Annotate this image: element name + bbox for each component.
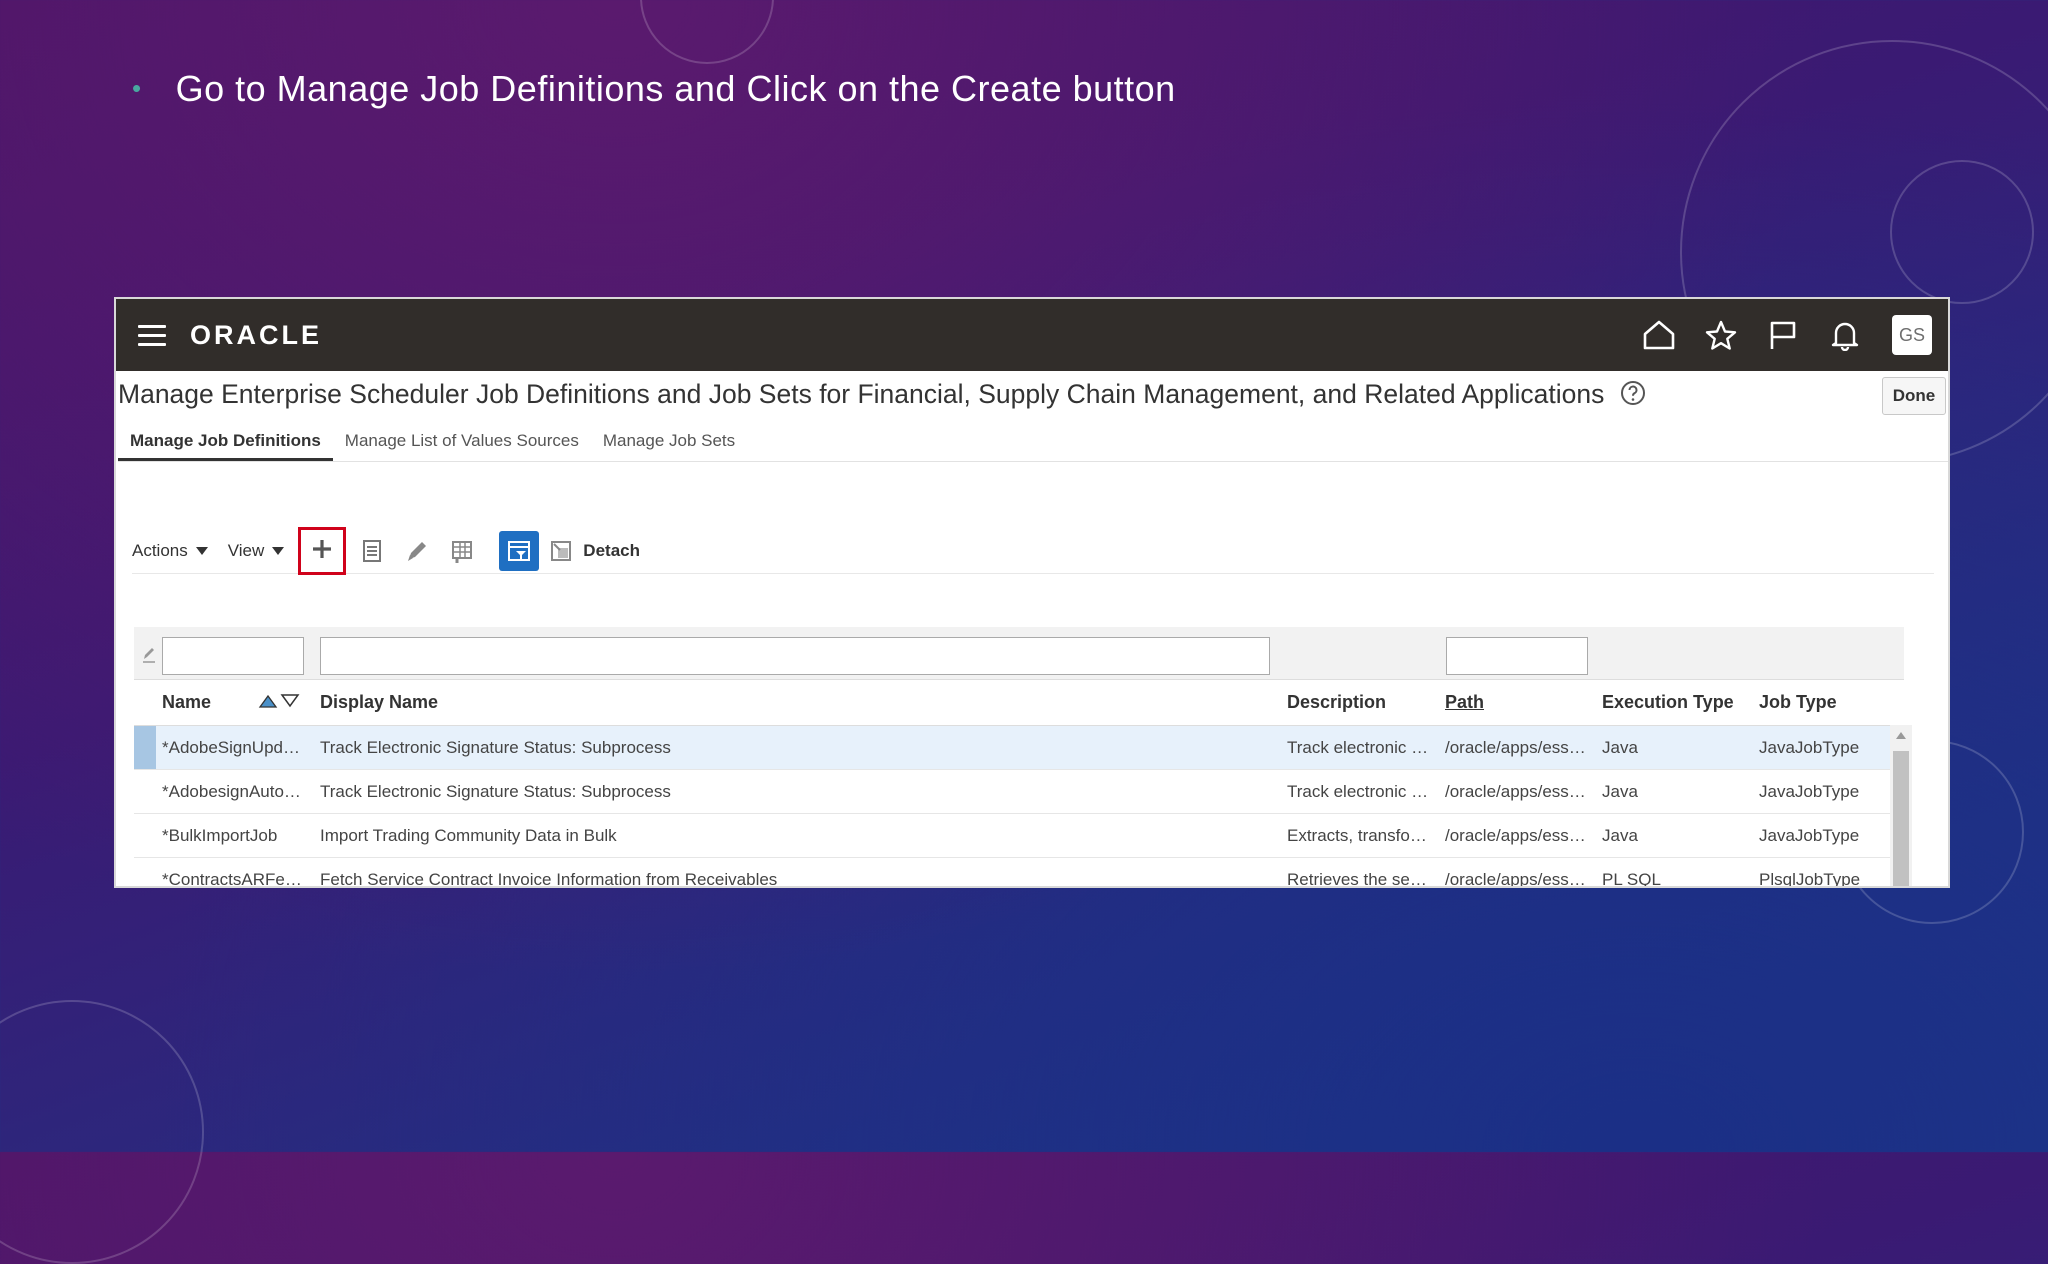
view-label: View — [227, 541, 265, 560]
name-filter-input[interactable] — [162, 637, 304, 675]
plus-icon — [313, 539, 332, 558]
path-filter-input[interactable] — [1446, 637, 1588, 675]
cell-description: Extracts, transfo… — [1287, 826, 1427, 845]
detach-label: Detach — [583, 541, 640, 560]
background-decoration — [0, 1000, 204, 1264]
table-row[interactable]: *BulkImportJob Import Trading Community … — [134, 814, 1904, 858]
sort-icons — [258, 693, 300, 709]
sort-descending-icon[interactable] — [280, 693, 300, 709]
user-avatar[interactable]: GS — [1892, 315, 1932, 355]
scrollbar-thumb[interactable] — [1893, 751, 1909, 886]
create-button-highlight — [298, 527, 347, 575]
table-header: Name Display Name Description Path Execu… — [134, 679, 1904, 726]
table-scrollbar[interactable] — [1890, 725, 1912, 886]
star-icon[interactable] — [1704, 319, 1738, 351]
scroll-up-icon[interactable] — [1896, 732, 1906, 739]
background-decoration — [640, 0, 774, 64]
cell-display-name: Import Trading Community Data in Bulk — [320, 826, 617, 845]
table-row[interactable]: *ContractsARFe… Fetch Service Contract I… — [134, 858, 1904, 888]
edit-button[interactable] — [397, 531, 437, 571]
cell-description: Track electronic … — [1287, 782, 1429, 801]
document-icon — [363, 540, 382, 562]
cell-name: *ContractsARFe… — [162, 870, 302, 888]
cell-name: *AdobeSignUpd… — [162, 738, 300, 757]
cell-path: /oracle/apps/ess… — [1445, 738, 1586, 757]
chevron-down-icon — [272, 547, 285, 555]
slide-bullet: • Go to Manage Job Definitions and Click … — [132, 68, 1176, 110]
bullet-text: Go to Manage Job Definitions and Click o… — [175, 68, 1176, 109]
cell-job-type: PlsqlJobType — [1759, 870, 1861, 888]
display-name-filter-input[interactable] — [320, 637, 1270, 675]
table-row[interactable]: *AdobeSignUpd… Track Electronic Signatur… — [134, 726, 1904, 770]
cell-execution-type: Java — [1602, 826, 1638, 845]
cell-job-type: JavaJobType — [1759, 826, 1860, 845]
view-menu[interactable]: View — [228, 541, 285, 561]
detach-button[interactable]: Detach — [549, 539, 640, 563]
tab-manage-job-sets[interactable]: Manage Job Sets — [591, 425, 747, 461]
duplicate-button[interactable] — [352, 531, 392, 571]
cell-name: *BulkImportJob — [162, 826, 278, 845]
cell-path: /oracle/apps/ess… — [1445, 870, 1586, 888]
tab-manage-job-definitions[interactable]: Manage Job Definitions — [118, 425, 333, 461]
sort-ascending-icon[interactable] — [258, 693, 278, 709]
done-button[interactable]: Done — [1882, 377, 1946, 415]
cell-path: /oracle/apps/ess… — [1445, 782, 1586, 801]
filter-row — [134, 627, 1904, 680]
home-icon[interactable] — [1642, 319, 1676, 351]
job-definitions-table: Name Display Name Description Path Execu… — [134, 679, 1912, 888]
freeze-columns-button[interactable] — [442, 531, 482, 571]
column-header-path[interactable]: Path — [1445, 692, 1484, 713]
detach-icon — [551, 541, 572, 561]
cell-job-type: JavaJobType — [1759, 738, 1860, 757]
hamburger-menu-icon[interactable] — [138, 324, 166, 346]
cell-execution-type: Java — [1602, 782, 1638, 801]
bullet-dot: • — [132, 73, 142, 103]
cell-job-type: JavaJobType — [1759, 782, 1860, 801]
cell-execution-type: Java — [1602, 738, 1638, 757]
create-button[interactable] — [310, 537, 334, 566]
table-row[interactable]: *AdobesignAuto… Track Electronic Signatu… — [134, 770, 1904, 814]
cell-execution-type: PL SQL — [1602, 870, 1661, 888]
page-title: Manage Enterprise Scheduler Job Definiti… — [118, 379, 1646, 413]
flag-icon[interactable] — [1766, 319, 1800, 351]
oracle-app-window: ORACLE GS Manage Enterprise Scheduler Jo… — [114, 297, 1950, 888]
column-header-name[interactable]: Name — [162, 692, 211, 713]
column-header-execution-type[interactable]: Execution Type — [1602, 692, 1734, 713]
filter-icon — [508, 541, 531, 561]
background-decoration — [1890, 160, 2034, 304]
cell-display-name: Track Electronic Signature Status: Subpr… — [320, 782, 671, 801]
actions-menu[interactable]: Actions — [132, 541, 208, 561]
freeze-icon — [452, 541, 473, 563]
filter-edit-icon — [142, 645, 156, 668]
cell-display-name: Fetch Service Contract Invoice Informati… — [320, 870, 778, 888]
chevron-down-icon — [195, 547, 208, 555]
column-header-description[interactable]: Description — [1287, 692, 1386, 713]
pencil-icon — [408, 542, 427, 561]
cell-path: /oracle/apps/ess… — [1445, 826, 1586, 845]
cell-name: *AdobesignAuto… — [162, 782, 301, 801]
tab-bar: Manage Job Definitions Manage List of Va… — [118, 425, 1948, 462]
bell-icon[interactable] — [1828, 319, 1862, 351]
column-header-display-name[interactable]: Display Name — [320, 692, 438, 713]
cell-description: Retrieves the se… — [1287, 870, 1427, 888]
query-by-example-button[interactable] — [499, 531, 540, 571]
actions-label: Actions — [132, 541, 188, 560]
oracle-logo: ORACLE — [190, 319, 322, 350]
page-title-text: Manage Enterprise Scheduler Job Definiti… — [118, 379, 1605, 409]
row-selection-indicator — [134, 726, 156, 769]
cell-description: Track electronic … — [1287, 738, 1429, 757]
cell-display-name: Track Electronic Signature Status: Subpr… — [320, 738, 671, 757]
column-header-job-type[interactable]: Job Type — [1759, 692, 1837, 713]
table-toolbar: Actions View Detach — [132, 527, 1934, 575]
help-icon[interactable] — [1620, 380, 1646, 413]
top-bar-icons: GS — [1642, 299, 1932, 371]
tab-manage-list-of-values-sources[interactable]: Manage List of Values Sources — [333, 425, 591, 461]
top-bar: ORACLE GS — [116, 299, 1948, 371]
